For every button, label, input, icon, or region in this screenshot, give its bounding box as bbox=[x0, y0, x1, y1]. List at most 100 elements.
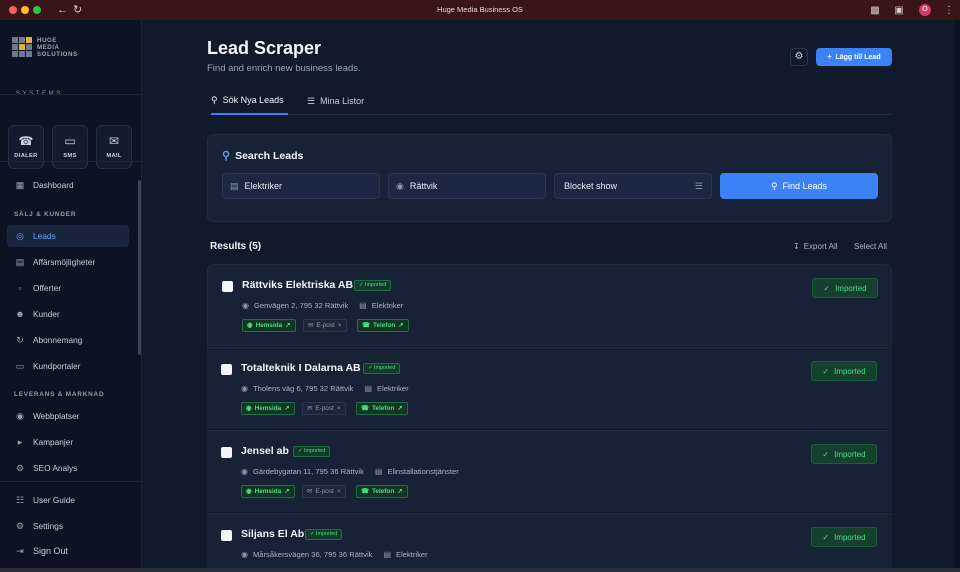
user-avatar[interactable]: O bbox=[919, 4, 931, 16]
imported-badge: ✓ Imported bbox=[363, 363, 401, 374]
sidebar-item-portals[interactable]: ▭ Kundportaler bbox=[7, 355, 129, 377]
check-icon: ✓ bbox=[822, 366, 830, 376]
search-icon: ⚲ bbox=[770, 180, 778, 191]
sidebar-item-websites[interactable]: ◉ Webbplatser bbox=[7, 405, 129, 427]
message-icon: ▭ bbox=[64, 134, 76, 148]
brand-line-1: HUGE bbox=[37, 37, 57, 44]
sidebar-item-settings[interactable]: ⚙ Settings bbox=[7, 515, 129, 537]
source-select[interactable]: Blocket show ☰ bbox=[554, 173, 712, 199]
phone-icon: ☎ bbox=[361, 488, 369, 495]
page-title: Lead Scraper bbox=[207, 38, 322, 58]
external-link-icon: ↗ bbox=[284, 405, 290, 412]
phone-icon: ☎ bbox=[361, 405, 369, 412]
close-icon: × bbox=[337, 322, 342, 329]
briefcase-icon: ▤ bbox=[374, 467, 383, 476]
sidebar-item-campaigns[interactable]: ▸ Kampanjer bbox=[7, 431, 129, 453]
main-scrollbar[interactable] bbox=[954, 20, 960, 572]
tab-search-leads[interactable]: ⚲ Sök Nya Leads bbox=[211, 87, 288, 115]
briefcase-icon: ▤ bbox=[364, 384, 373, 393]
lead-checkbox[interactable] bbox=[221, 447, 232, 458]
nav-section-delivery: LEVERANS & MARKNAD bbox=[14, 391, 105, 398]
mail-icon: ✉ bbox=[308, 322, 314, 329]
lead-checkbox[interactable] bbox=[221, 364, 232, 375]
external-link-icon: ↗ bbox=[398, 322, 404, 329]
website-link[interactable]: ◉ Hemsida ↗ bbox=[241, 485, 295, 498]
phone-link[interactable]: ☎ Telefon ↗ bbox=[356, 402, 408, 415]
sidebar-item-customers[interactable]: ☻ Kunder bbox=[7, 303, 129, 325]
sign-out-button[interactable]: ⇥ Sign Out bbox=[7, 540, 129, 562]
email-missing-chip: ✉ E-post × bbox=[303, 319, 347, 332]
check-icon: ✓ bbox=[823, 283, 831, 293]
map-pin-icon: ◉ bbox=[241, 467, 248, 476]
plus-icon: + bbox=[827, 53, 832, 61]
sidebar-scrollbar[interactable] bbox=[138, 180, 141, 355]
search-icon: ⚲ bbox=[222, 150, 231, 162]
sidebar-item-dashboard[interactable]: ▦ Dashboard bbox=[7, 174, 129, 196]
close-icon: × bbox=[336, 405, 341, 412]
imported-status-button[interactable]: ✓ Imported bbox=[811, 527, 877, 547]
nav-section-sales: SÄLJ & KUNDER bbox=[14, 211, 77, 218]
translate-icon[interactable]: ▩ bbox=[868, 3, 882, 17]
phone-icon: ☎ bbox=[18, 134, 34, 148]
phone-link[interactable]: ☎ Telefon ↗ bbox=[356, 485, 408, 498]
lead-checkbox[interactable] bbox=[222, 281, 233, 292]
export-all-button[interactable]: ↧ Export All bbox=[793, 242, 838, 251]
brand-logo[interactable]: HUGE MEDIA SOLUTIONS SYSTEMS bbox=[12, 37, 122, 99]
document-icon: ▤ bbox=[15, 256, 25, 267]
tab-bar: ⚲ Sök Nya Leads ☰ Mina Listor bbox=[207, 87, 892, 115]
imported-status-button[interactable]: ✓ Imported bbox=[811, 444, 877, 464]
sidebar-item-seo[interactable]: ⚙ SEO Analys bbox=[7, 457, 129, 479]
sidebar-item-offers[interactable]: ▫ Offerter bbox=[7, 277, 129, 299]
logout-icon: ⇥ bbox=[16, 545, 24, 556]
extensions-icon[interactable]: ▣ bbox=[892, 3, 906, 17]
status-bar bbox=[0, 568, 960, 572]
mail-icon: ✉ bbox=[108, 134, 120, 148]
mail-button[interactable]: ✉ MAIL bbox=[96, 125, 132, 169]
globe-icon: ◉ bbox=[246, 488, 252, 495]
select-all-button[interactable]: Select All bbox=[854, 242, 887, 251]
imported-badge: ✓ Imported bbox=[354, 280, 392, 291]
settings-button[interactable]: ⚙ bbox=[790, 48, 808, 66]
brand-line-3: SOLUTIONS bbox=[37, 51, 78, 58]
dashboard-icon: ▦ bbox=[15, 179, 25, 190]
divider bbox=[0, 94, 141, 95]
sidebar-item-opportunities[interactable]: ▤ Affärsmöjligheter bbox=[7, 251, 129, 273]
external-link-icon: ↗ bbox=[284, 488, 290, 495]
sidebar-item-user-guide[interactable]: ☷ User Guide bbox=[7, 489, 129, 511]
website-link[interactable]: ◉ Hemsida ↗ bbox=[241, 402, 295, 415]
window-titlebar: ← ↻ Huge Media Business OS ▩ ▣ O ⋮ bbox=[0, 0, 960, 20]
lead-address: Genvägen 2, 795 32 Rättvik bbox=[253, 301, 349, 310]
mail-icon: ✉ bbox=[307, 488, 313, 495]
sms-button[interactable]: ▭ SMS bbox=[52, 125, 88, 169]
lead-address: Gärdebygatan 11, 795 36 Rättvik bbox=[252, 467, 364, 476]
target-icon: ◎ bbox=[16, 230, 24, 241]
lead-card: Siljans El Ab ✓ Imported ◉ Mårsåkersvägen… bbox=[207, 513, 892, 572]
imported-status-button[interactable]: ✓ Imported bbox=[811, 361, 877, 381]
map-pin-icon: ◉ bbox=[241, 384, 248, 393]
website-link[interactable]: ◉ Hemsida ↗ bbox=[242, 319, 296, 332]
lead-checkbox[interactable] bbox=[221, 530, 232, 541]
sidebar-item-leads[interactable]: ◎ Leads bbox=[7, 225, 129, 247]
repeat-icon: ↻ bbox=[16, 334, 24, 345]
imported-status-button[interactable]: ✓ Imported bbox=[812, 278, 878, 298]
briefcase-icon: ▤ bbox=[383, 550, 392, 559]
phone-link[interactable]: ☎ Telefon ↗ bbox=[357, 319, 409, 332]
window-title: Huge Media Business OS bbox=[437, 5, 523, 14]
book-icon: ☷ bbox=[15, 494, 25, 505]
location-input[interactable]: ◉ Rättvik bbox=[388, 173, 546, 199]
list-icon: ☰ bbox=[307, 95, 316, 106]
add-lead-button[interactable]: + Lägg till Lead bbox=[816, 48, 892, 66]
industry-input[interactable]: ▤ Elektriker bbox=[222, 173, 380, 199]
sidebar-item-subscriptions[interactable]: ↻ Abonnemang bbox=[7, 329, 129, 351]
more-menu-icon[interactable]: ⋮ bbox=[942, 3, 956, 17]
email-missing-chip: ✉ E-post × bbox=[302, 402, 346, 415]
tab-my-lists[interactable]: ☰ Mina Listor bbox=[307, 87, 364, 115]
main-content: Lead Scraper Find and enrich new busines… bbox=[143, 20, 960, 572]
find-leads-button[interactable]: ⚲ Find Leads bbox=[720, 173, 878, 199]
lead-name: Jensel ab bbox=[241, 445, 289, 457]
dialer-button[interactable]: ☎ DIALER bbox=[8, 125, 44, 169]
lead-category: Elektriker bbox=[371, 301, 404, 310]
search-card-title: Search Leads bbox=[235, 149, 304, 162]
list-icon: ☰ bbox=[694, 180, 703, 191]
check-icon: ✓ bbox=[822, 532, 830, 542]
